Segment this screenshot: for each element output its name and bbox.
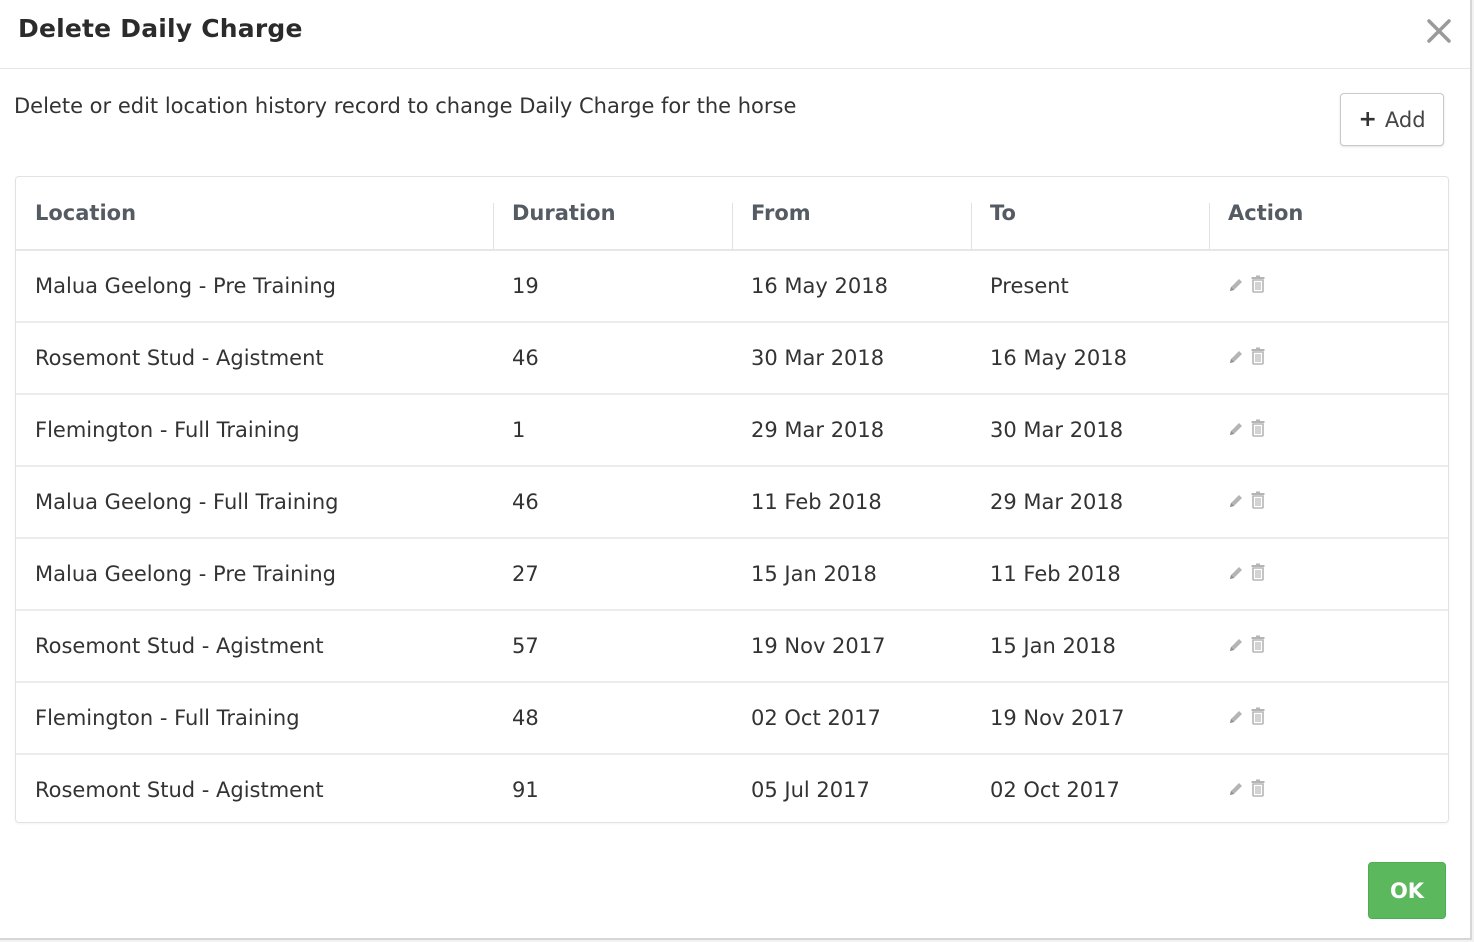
cell-to: Present (990, 274, 1069, 298)
pencil-icon[interactable] (1228, 778, 1244, 802)
row-actions (1228, 346, 1448, 370)
trash-icon[interactable] (1250, 274, 1266, 298)
cell-to: 29 Mar 2018 (971, 465, 1209, 538)
cell-from: 02 Oct 2017 (732, 681, 971, 754)
table-row: Malua Geelong - Pre Training 27 15 Jan 201… (16, 537, 1448, 610)
cell-duration: 48 (493, 681, 732, 754)
delete-daily-charge-dialog: Delete Daily Charge Delete or edit locat… (0, 0, 1472, 940)
cell-action (1209, 537, 1448, 610)
cell-duration: 46 (493, 465, 732, 538)
cell-duration: 19 (512, 274, 539, 298)
cell-action (1209, 609, 1448, 682)
cell-location: Rosemont Stud - Agistment (16, 321, 493, 394)
cell-location: Malua Geelong - Pre Training (35, 274, 336, 298)
column-header-to: To (971, 177, 1209, 251)
trash-icon[interactable] (1250, 418, 1266, 442)
table-row: Rosemont Stud - Agistment 46 30 Mar 2018 16… (16, 321, 1448, 394)
cell-duration: 1 (493, 393, 732, 466)
table-row: Rosemont Stud - Agistment 91 05 Jul 2017 02… (16, 753, 1448, 822)
pencil-icon[interactable] (1228, 562, 1244, 586)
trash-icon[interactable] (1250, 778, 1266, 802)
trash-icon[interactable] (1250, 706, 1266, 730)
pencil-icon[interactable] (1228, 634, 1244, 658)
table-row: Malua Geelong - Full Training 46 11 Feb 20… (16, 465, 1448, 538)
cell-location: Flemington - Full Training (16, 681, 493, 754)
row-actions (1228, 706, 1448, 730)
cell-from: 11 Feb 2018 (732, 465, 971, 538)
table-row: Flemington - Full Training 48 02 Oct 2017 1… (16, 681, 1448, 754)
close-icon (1427, 19, 1451, 43)
cell-location: Flemington - Full Training (16, 393, 493, 466)
table-row: Rosemont Stud - Agistment 57 19 Nov 2017 15… (16, 609, 1448, 682)
pencil-icon[interactable] (1228, 346, 1244, 370)
cell-location: Rosemont Stud - Agistment (16, 609, 493, 682)
cell-action (1209, 465, 1448, 538)
add-button[interactable]: + Add (1340, 93, 1444, 146)
cell-to: 16 May 2018 (971, 321, 1209, 394)
cell-action (1209, 681, 1448, 754)
pencil-icon[interactable] (1228, 706, 1244, 730)
dialog-title: Delete Daily Charge (18, 14, 303, 43)
cell-location: Malua Geelong - Pre Training (16, 537, 493, 610)
cell-duration: 27 (493, 537, 732, 610)
pencil-icon[interactable] (1228, 418, 1244, 442)
cell-action (1209, 321, 1448, 394)
cell-from: 30 Mar 2018 (732, 321, 971, 394)
cell-to: 11 Feb 2018 (971, 537, 1209, 610)
cell-from: 16 May 2018 (751, 274, 888, 298)
cell-duration: 91 (493, 753, 732, 822)
column-header-duration: Duration (493, 177, 732, 251)
cell-duration: 46 (493, 321, 732, 394)
cell-action (1209, 250, 1448, 322)
cell-duration: 57 (493, 609, 732, 682)
ok-button[interactable]: OK (1368, 862, 1446, 919)
table-header-row: Location Duration From To Action (16, 177, 1448, 251)
row-actions (1228, 418, 1448, 442)
cell-location: Malua Geelong - Full Training (16, 465, 493, 538)
cell-action (1209, 393, 1448, 466)
row-actions (1228, 562, 1448, 586)
cell-from: 29 Mar 2018 (732, 393, 971, 466)
location-history-table: Location Duration From To Action Malua G… (15, 176, 1449, 823)
cell-to: 19 Nov 2017 (971, 681, 1209, 754)
column-header-location: Location (16, 177, 493, 251)
table-row: Flemington - Full Training 1 29 Mar 2018 30… (16, 393, 1448, 466)
pencil-icon[interactable] (1228, 274, 1244, 298)
cell-to: 02 Oct 2017 (971, 753, 1209, 822)
trash-icon[interactable] (1250, 562, 1266, 586)
close-button[interactable] (1420, 12, 1458, 50)
table-row: Malua Geelong - Pre Training 19 16 May 201… (16, 250, 1448, 322)
column-header-action: Action (1209, 177, 1448, 251)
dialog-description: Delete or edit location history record t… (14, 94, 797, 118)
column-header-from: From (732, 177, 971, 251)
cell-action (1209, 753, 1448, 822)
cell-from: 15 Jan 2018 (732, 537, 971, 610)
plus-icon: + (1358, 107, 1377, 132)
cell-from: 19 Nov 2017 (732, 609, 971, 682)
row-actions (1228, 274, 1448, 298)
add-button-label: Add (1384, 107, 1426, 132)
trash-icon[interactable] (1250, 490, 1266, 514)
pencil-icon[interactable] (1228, 490, 1244, 514)
trash-icon[interactable] (1250, 346, 1266, 370)
dialog-header: Delete Daily Charge (0, 0, 1470, 69)
row-actions (1228, 490, 1448, 514)
row-actions (1228, 778, 1448, 802)
trash-icon[interactable] (1250, 634, 1266, 658)
cell-from: 05 Jul 2017 (732, 753, 971, 822)
cell-location: Rosemont Stud - Agistment (16, 753, 493, 822)
cell-to: 30 Mar 2018 (971, 393, 1209, 466)
row-actions (1228, 634, 1448, 658)
cell-to: 15 Jan 2018 (971, 609, 1209, 682)
